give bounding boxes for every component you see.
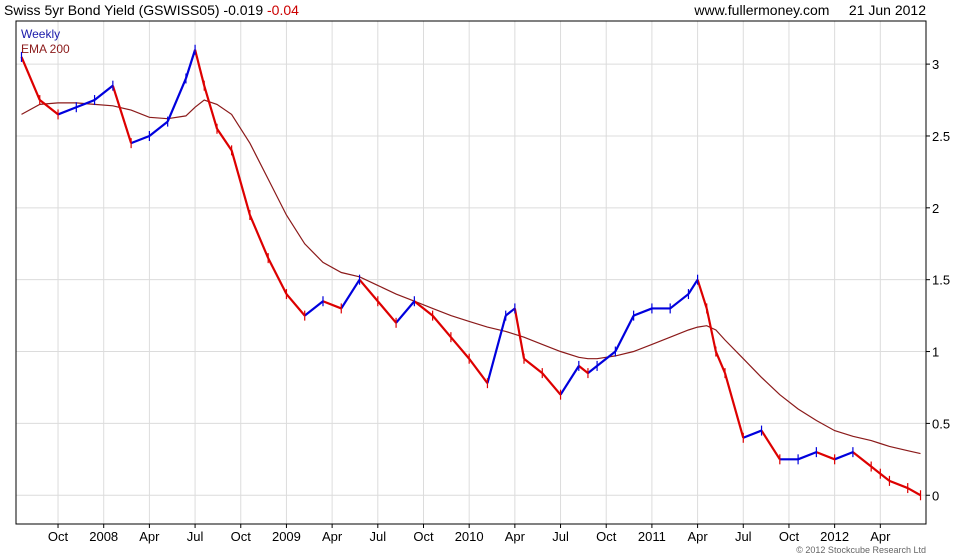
weekly-segment [714, 351, 727, 374]
weekly-segment [505, 307, 516, 317]
x-tick-label: 2008 [89, 529, 118, 544]
weekly-segment [486, 315, 507, 384]
weekly-segment [39, 99, 59, 116]
weekly-segment [633, 307, 653, 317]
plot-frame [15, 20, 927, 525]
weekly-segment [395, 300, 416, 324]
grid-lines [16, 21, 926, 524]
x-tick-label: Oct [413, 529, 434, 544]
x-tick-label: Apr [139, 529, 160, 544]
weekly-segment [20, 56, 41, 101]
weekly-segment [148, 120, 169, 137]
weekly-segment [578, 365, 589, 374]
x-tick-label: Apr [870, 529, 891, 544]
ema-layer [21, 99, 921, 455]
x-tick-label: Oct [596, 529, 617, 544]
y-tick-label: 0.5 [932, 416, 950, 431]
legend-weekly: Weekly [21, 27, 61, 41]
weekly-segment [870, 465, 881, 475]
weekly-segment [340, 279, 361, 310]
x-tick-label: Apr [505, 529, 526, 544]
y-axis: 0 0.5 1 1.5 2 2.5 3 [926, 57, 950, 503]
weekly-segment [111, 85, 133, 144]
price-chart: Oct 2008 Apr Jul Oct 2009 Apr Jul Oct 2010 Apr Jul O… [15, 20, 950, 544]
x-tick-label: Jul [369, 529, 386, 544]
weekly-segment [194, 49, 206, 86]
chart-legend: Weekly EMA 200 [21, 27, 70, 57]
weekly-segment [450, 336, 471, 360]
weekly-segment [203, 85, 219, 130]
x-tick-label: 2011 [638, 529, 666, 544]
x-tick-label: 2010 [455, 529, 484, 544]
x-tick-label: Jul [187, 529, 204, 544]
copyright: © 2012 Stockcube Research Ltd [796, 545, 926, 555]
y-tick-label: 0 [932, 488, 939, 503]
weekly-segment [376, 300, 397, 324]
y-tick-label: 1 [932, 345, 939, 360]
weekly-segment [696, 279, 708, 309]
weekly-segment [358, 278, 379, 302]
weekly-segment [285, 293, 306, 317]
weekly-segment [852, 451, 872, 468]
x-tick-label: Jul [552, 529, 569, 544]
x-tick-label: Oct [779, 529, 800, 544]
weekly-segment [669, 293, 690, 310]
weekly-segment [723, 372, 745, 439]
weekly-segment [130, 134, 150, 145]
weekly-segment [248, 214, 270, 259]
weekly-segment [587, 365, 598, 374]
weekly-segment [889, 479, 909, 490]
y-tick-label: 1.5 [932, 273, 950, 288]
x-tick-label: 2009 [272, 529, 301, 544]
y-tick-label: 2.5 [932, 129, 950, 144]
ema-200-line [21, 99, 921, 455]
weekly-segment [541, 372, 562, 396]
weekly-segment [760, 429, 781, 460]
x-tick-label: Oct [48, 529, 69, 544]
candles-layer [20, 44, 922, 501]
weekly-segment [797, 451, 817, 461]
x-tick-label: Jul [735, 529, 752, 544]
y-tick-label: 2 [932, 201, 939, 216]
weekly-segment [879, 472, 891, 482]
weekly-segment [907, 487, 922, 497]
weekly-segment [57, 106, 77, 116]
x-axis: Oct 2008 Apr Jul Oct 2009 Apr Jul Oct 2010 Apr Jul O… [48, 524, 891, 544]
x-tick-label: Apr [687, 529, 708, 544]
x-tick-label: Oct [231, 529, 252, 544]
weekly-segment [304, 300, 324, 317]
weekly-segment [468, 358, 489, 384]
weekly-segment [742, 429, 762, 439]
weekly-segment [166, 78, 187, 123]
weekly-segment [834, 451, 854, 461]
legend-ema: EMA 200 [21, 42, 70, 56]
weekly-segment [614, 315, 635, 353]
weekly-segment [523, 357, 543, 374]
weekly-segment [559, 365, 580, 396]
weekly-segment [267, 257, 288, 295]
weekly-segment [216, 128, 233, 151]
weekly-segment [815, 451, 836, 461]
x-tick-label: Apr [322, 529, 343, 544]
weekly-segment [431, 314, 452, 338]
weekly-segment [687, 279, 699, 295]
y-tick-label: 3 [932, 57, 939, 72]
x-tick-label: 2012 [820, 529, 849, 544]
